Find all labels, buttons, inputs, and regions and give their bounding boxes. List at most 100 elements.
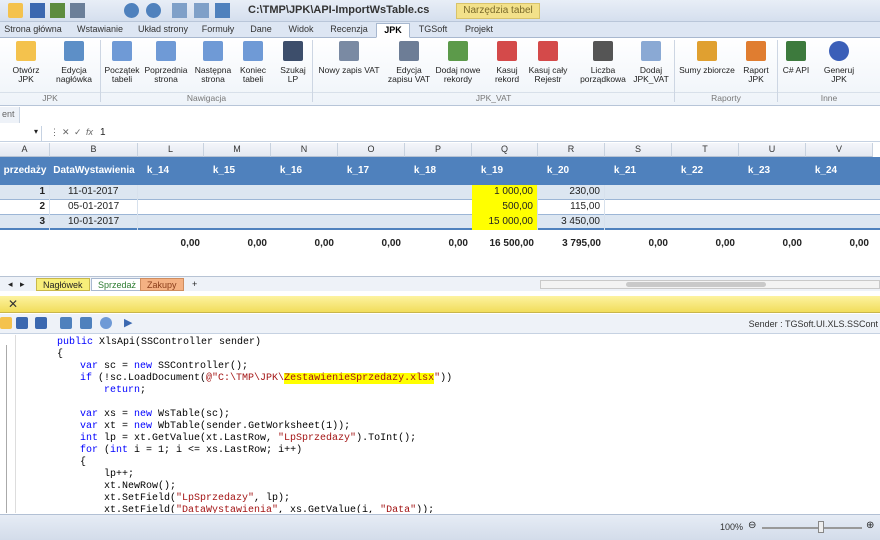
total-k20[interactable]: 3 795,00 xyxy=(538,237,605,252)
delete-register-button[interactable]: Kasuj cały Rejestr xyxy=(527,40,569,90)
header-date[interactable]: DataWystawienia xyxy=(50,157,138,185)
cell-k20[interactable]: 230,00 xyxy=(538,185,605,200)
col-header-q[interactable]: Q xyxy=(472,143,538,157)
total-k19[interactable]: 16 500,00 xyxy=(472,237,538,252)
function-icon[interactable]: fx xyxy=(86,127,93,137)
undo-icon[interactable] xyxy=(124,3,139,18)
col-header-u[interactable]: U xyxy=(739,143,806,157)
save-icon[interactable] xyxy=(30,3,45,18)
total-k14[interactable]: 0,00 xyxy=(138,237,204,252)
col-header-a[interactable]: A xyxy=(0,143,50,157)
col-header-t[interactable]: T xyxy=(672,143,739,157)
header-k20[interactable]: k_20 xyxy=(538,157,578,185)
tab-home[interactable]: Strona główna xyxy=(2,23,64,38)
sheet-tab-sprzedaz[interactable]: Sprzedaż xyxy=(91,278,144,291)
save-icon[interactable] xyxy=(16,317,28,329)
tab-insert[interactable]: Wstawianie xyxy=(70,23,130,38)
help-icon[interactable] xyxy=(215,3,230,18)
tab-formulas[interactable]: Formuły xyxy=(198,23,238,38)
header-k18[interactable]: k_18 xyxy=(405,157,445,185)
header-k15[interactable]: k_15 xyxy=(204,157,244,185)
cell-lp[interactable]: 2 xyxy=(0,200,50,215)
cell-k20[interactable]: 3 450,00 xyxy=(538,215,605,230)
folder-icon[interactable] xyxy=(8,3,23,18)
header-k19[interactable]: k_19 xyxy=(472,157,512,185)
cancel-x-icon[interactable]: ✕ xyxy=(62,127,70,138)
header-k24[interactable]: k_24 xyxy=(806,157,846,185)
cell-k19[interactable]: 1 000,00 xyxy=(472,185,538,200)
col-header-m[interactable]: M xyxy=(204,143,271,157)
preview-icon[interactable] xyxy=(172,3,187,18)
col-header-o[interactable]: O xyxy=(338,143,405,157)
cell-lp[interactable]: 1 xyxy=(0,185,50,200)
cancel-icon[interactable]: ⋮ xyxy=(50,127,59,138)
header-k16[interactable]: k_16 xyxy=(271,157,311,185)
col-header-l[interactable]: L xyxy=(138,143,204,157)
open-icon[interactable] xyxy=(0,317,12,329)
save-all-icon[interactable] xyxy=(35,317,47,329)
csharp-api-button[interactable]: C# API xyxy=(780,40,812,90)
tab-data[interactable]: Dane xyxy=(244,23,278,38)
add-jpk-vat-button[interactable]: Dodaj JPK_VAT xyxy=(632,40,670,90)
total-k15[interactable]: 0,00 xyxy=(204,237,271,252)
header-lp[interactable]: przedaży xyxy=(0,157,50,185)
edit-vat-entry-button[interactable]: Edycja zapisu VAT xyxy=(385,40,433,90)
tab-view[interactable]: Widok xyxy=(282,23,320,38)
formula-input[interactable]: 1 xyxy=(100,127,106,138)
table-start-button[interactable]: Początek tabeli xyxy=(103,40,141,90)
header-k23[interactable]: k_23 xyxy=(739,157,779,185)
cell-date[interactable]: 05-01-2017 xyxy=(50,200,138,215)
header-k17[interactable]: k_17 xyxy=(338,157,378,185)
next-page-button[interactable]: Następna strona xyxy=(192,40,234,90)
step-into-icon[interactable] xyxy=(60,317,72,329)
ordinal-number-button[interactable]: Liczba porządkowa xyxy=(578,40,628,90)
total-k23[interactable]: 0,00 xyxy=(739,237,806,252)
run-icon[interactable]: ▶ xyxy=(124,317,136,329)
generate-jpk-button[interactable]: Generuj JPK xyxy=(818,40,860,90)
scroll-right-icon[interactable]: ▸ xyxy=(14,278,31,291)
table-row[interactable]: 2 05-01-2017 500,00 115,00 xyxy=(0,200,880,215)
add-sheet-button[interactable]: + xyxy=(186,278,203,291)
prev-page-button[interactable]: Poprzednia strona xyxy=(144,40,188,90)
tab-jpk[interactable]: JPK xyxy=(376,23,410,38)
cell-k19[interactable]: 500,00 xyxy=(472,200,538,215)
total-k17[interactable]: 0,00 xyxy=(338,237,405,252)
redo-icon[interactable] xyxy=(146,3,161,18)
open-jpk-button[interactable]: Otwórz JPK xyxy=(6,40,46,90)
close-icon[interactable]: ✕ xyxy=(8,297,18,311)
cell-date[interactable]: 11-01-2017 xyxy=(50,185,138,200)
search-lp-button[interactable]: Szukaj LP xyxy=(276,40,310,90)
jpk-report-button[interactable]: Raport JPK xyxy=(738,40,774,90)
total-k24[interactable]: 0,00 xyxy=(806,237,873,252)
edit-header-button[interactable]: Edycja nagłówka xyxy=(52,40,96,90)
confirm-icon[interactable]: ✓ xyxy=(74,127,82,138)
side-panel-tab[interactable]: ent xyxy=(0,107,20,123)
total-k21[interactable]: 0,00 xyxy=(605,237,672,252)
col-header-v[interactable]: V xyxy=(806,143,873,157)
col-header-s[interactable]: S xyxy=(605,143,672,157)
table-row[interactable]: 3 10-01-2017 15 000,00 3 450,00 xyxy=(0,215,880,230)
header-k21[interactable]: k_21 xyxy=(605,157,645,185)
header-k14[interactable]: k_14 xyxy=(138,157,178,185)
total-k18[interactable]: 0,00 xyxy=(405,237,472,252)
zoom-in-icon[interactable]: ⊕ xyxy=(866,520,874,531)
table-end-button[interactable]: Koniec tabeli xyxy=(237,40,269,90)
tab-project[interactable]: Projekt xyxy=(458,23,500,38)
sheet-tab-zakupy[interactable]: Zakupy xyxy=(140,278,184,291)
zoom-out-icon[interactable]: ⊖ xyxy=(748,520,756,531)
horizontal-scrollbar[interactable] xyxy=(540,280,880,289)
sheet-tab-naglowek[interactable]: Nagłówek xyxy=(36,278,90,291)
table-row[interactable]: 1 11-01-2017 1 000,00 230,00 xyxy=(0,185,880,200)
find-icon[interactable] xyxy=(194,3,209,18)
summary-totals-button[interactable]: Sumy zbiorcze xyxy=(677,40,737,90)
tab-tgsoft[interactable]: TGSoft xyxy=(414,23,452,38)
cell-date[interactable]: 10-01-2017 xyxy=(50,215,138,230)
cell-k20[interactable]: 115,00 xyxy=(538,200,605,215)
delete-record-button[interactable]: Kasuj rekord xyxy=(490,40,524,90)
saveas-icon[interactable] xyxy=(50,3,65,18)
step-over-icon[interactable] xyxy=(80,317,92,329)
new-vat-entry-button[interactable]: Nowy zapis VAT xyxy=(316,40,382,90)
code-editor[interactable]: public XlsApi(SSController sender) { var… xyxy=(0,335,880,513)
cell-lp[interactable]: 3 xyxy=(0,215,50,230)
col-header-p[interactable]: P xyxy=(405,143,472,157)
